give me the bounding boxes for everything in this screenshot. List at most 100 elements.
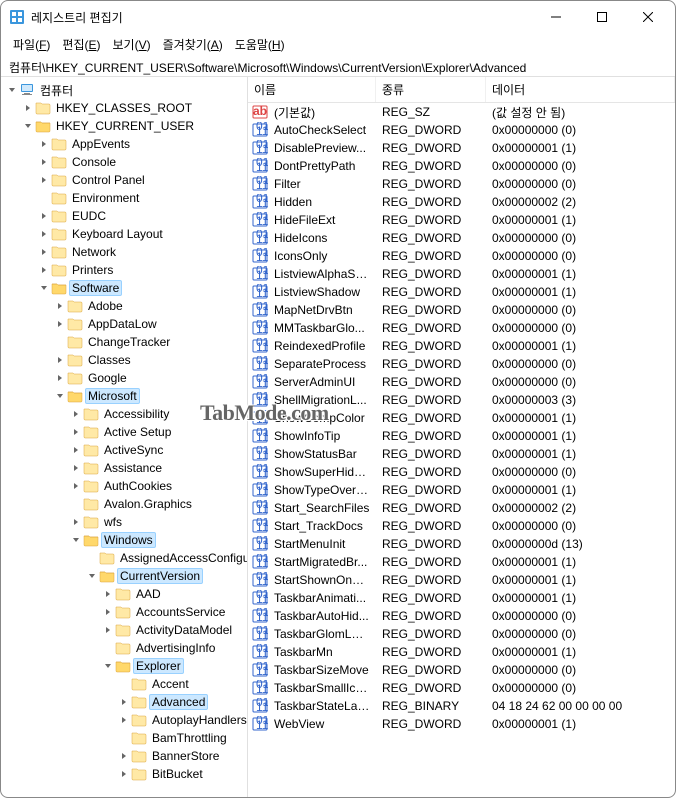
value-row[interactable]: 011110WebViewREG_DWORD0x00000001 (1): [248, 715, 675, 733]
twisty-icon[interactable]: [69, 461, 83, 475]
tree-label[interactable]: ActiveSync: [101, 442, 166, 458]
tree-label[interactable]: Network: [69, 244, 119, 260]
twisty-icon[interactable]: [37, 245, 51, 259]
tree-label[interactable]: Microsoft: [85, 388, 140, 404]
tree-node[interactable]: Advanced: [117, 693, 247, 711]
tree-label[interactable]: EUDC: [69, 208, 109, 224]
twisty-icon[interactable]: [69, 515, 83, 529]
twisty-icon[interactable]: [101, 659, 115, 673]
tree-label[interactable]: Keyboard Layout: [69, 226, 166, 242]
tree-node[interactable]: Explorer: [101, 657, 247, 675]
tree-label[interactable]: Accessibility: [101, 406, 172, 422]
tree-node[interactable]: BannerStore: [117, 747, 247, 765]
tree-label[interactable]: BitBucket: [149, 766, 206, 782]
tree-label[interactable]: AAD: [133, 586, 164, 602]
tree-label[interactable]: Classes: [85, 352, 134, 368]
twisty-icon[interactable]: [69, 479, 83, 493]
twisty-icon[interactable]: [117, 713, 131, 727]
value-row[interactable]: 011110Start_TrackDocsREG_DWORD0x00000000…: [248, 517, 675, 535]
value-row[interactable]: 011110ServerAdminUIREG_DWORD0x00000000 (…: [248, 373, 675, 391]
twisty-icon[interactable]: [117, 749, 131, 763]
tree-node[interactable]: Active Setup: [69, 423, 247, 441]
tree-node[interactable]: Console: [37, 153, 247, 171]
tree-node[interactable]: AppEvents: [37, 135, 247, 153]
tree-label[interactable]: Accent: [149, 676, 192, 692]
twisty-icon[interactable]: [69, 407, 83, 421]
tree-node[interactable]: Keyboard Layout: [37, 225, 247, 243]
twisty-icon[interactable]: [69, 443, 83, 457]
twisty-icon[interactable]: [85, 569, 99, 583]
tree-label[interactable]: AppEvents: [69, 136, 133, 152]
col-data[interactable]: 데이터: [486, 77, 675, 102]
menu-a[interactable]: 즐겨찾기(A): [159, 34, 227, 55]
tree-label[interactable]: Active Setup: [101, 424, 174, 440]
value-row[interactable]: 011110HideFileExtREG_DWORD0x00000001 (1): [248, 211, 675, 229]
address-bar[interactable]: 컴퓨터\HKEY_CURRENT_USER\Software\Microsoft…: [1, 55, 675, 77]
tree-node[interactable]: AppDataLow: [53, 315, 247, 333]
value-row[interactable]: 011110ShowSuperHidd...REG_DWORD0x0000000…: [248, 463, 675, 481]
tree-node[interactable]: AssignedAccessConfiguration: [85, 549, 247, 567]
tree-node[interactable]: AccountsService: [101, 603, 247, 621]
tree-label[interactable]: Explorer: [133, 658, 184, 674]
twisty-icon[interactable]: [53, 371, 67, 385]
value-row[interactable]: 011110SeparateProcessREG_DWORD0x00000000…: [248, 355, 675, 373]
value-row[interactable]: 011110IconsOnlyREG_DWORD0x00000000 (0): [248, 247, 675, 265]
tree-node[interactable]: Avalon.Graphics: [69, 495, 247, 513]
tree-node[interactable]: Network: [37, 243, 247, 261]
twisty-icon[interactable]: [101, 605, 115, 619]
minimize-button[interactable]: [533, 2, 579, 32]
tree-node[interactable]: Control Panel: [37, 171, 247, 189]
tree-label[interactable]: ChangeTracker: [85, 334, 173, 350]
tree-label[interactable]: wfs: [101, 514, 125, 530]
twisty-icon[interactable]: [37, 173, 51, 187]
tree-label[interactable]: AutoplayHandlers: [149, 712, 248, 728]
value-row[interactable]: 011110Start_SearchFilesREG_DWORD0x000000…: [248, 499, 675, 517]
tree-node[interactable]: EUDC: [37, 207, 247, 225]
tree-label[interactable]: Avalon.Graphics: [101, 496, 195, 512]
tree-node[interactable]: BamThrottling: [117, 729, 247, 747]
twisty-icon[interactable]: [53, 389, 67, 403]
tree-node[interactable]: AdvertisingInfo: [101, 639, 247, 657]
value-row[interactable]: 011110FilterREG_DWORD0x00000000 (0): [248, 175, 675, 193]
value-row[interactable]: 011110TaskbarAutoHid...REG_DWORD0x000000…: [248, 607, 675, 625]
twisty-icon[interactable]: [53, 353, 67, 367]
tree-node[interactable]: Adobe: [53, 297, 247, 315]
twisty-icon[interactable]: [37, 155, 51, 169]
value-row[interactable]: 011110ShowTypeOverlayREG_DWORD0x00000001…: [248, 481, 675, 499]
tree-node[interactable]: Microsoft: [53, 387, 247, 405]
value-row[interactable]: 011110StartMenuInitREG_DWORD0x0000000d (…: [248, 535, 675, 553]
value-row[interactable]: 011110MapNetDrvBtnREG_DWORD0x00000000 (0…: [248, 301, 675, 319]
tree-node[interactable]: ChangeTracker: [53, 333, 247, 351]
value-row[interactable]: 011110StartMigratedBr...REG_DWORD0x00000…: [248, 553, 675, 571]
value-row[interactable]: 011110AutoCheckSelectREG_DWORD0x00000000…: [248, 121, 675, 139]
tree-node[interactable]: ActivityDataModel: [101, 621, 247, 639]
close-button[interactable]: [625, 2, 671, 32]
tree-node[interactable]: Accessibility: [69, 405, 247, 423]
twisty-icon[interactable]: [5, 83, 19, 97]
twisty-icon[interactable]: [117, 767, 131, 781]
tree-label[interactable]: CurrentVersion: [117, 568, 203, 584]
tree-label[interactable]: AdvertisingInfo: [133, 640, 218, 656]
tree-label[interactable]: Software: [69, 280, 122, 296]
twisty-icon[interactable]: [37, 137, 51, 151]
tree-node[interactable]: ActiveSync: [69, 441, 247, 459]
twisty-icon[interactable]: [37, 209, 51, 223]
tree-node[interactable]: 컴퓨터: [5, 81, 247, 99]
tree-label[interactable]: BannerStore: [149, 748, 222, 764]
twisty-icon[interactable]: [69, 533, 83, 547]
value-row[interactable]: 011110ListviewShadowREG_DWORD0x00000001 …: [248, 283, 675, 301]
value-row[interactable]: 011110TaskbarGlomLevelREG_DWORD0x0000000…: [248, 625, 675, 643]
value-row[interactable]: 011110TaskbarMnREG_DWORD0x00000001 (1): [248, 643, 675, 661]
tree-label[interactable]: BamThrottling: [149, 730, 230, 746]
tree-label[interactable]: Environment: [69, 190, 142, 206]
value-row[interactable]: 011110TaskbarSizeMoveREG_DWORD0x00000000…: [248, 661, 675, 679]
tree-pane[interactable]: 컴퓨터HKEY_CLASSES_ROOTHKEY_CURRENT_USERApp…: [1, 77, 248, 797]
value-row[interactable]: 011110TaskbarStateLas...REG_BINARY04 18 …: [248, 697, 675, 715]
value-row[interactable]: ab(기본값)REG_SZ(값 설정 안 됨): [248, 103, 675, 121]
tree-node[interactable]: Google: [53, 369, 247, 387]
tree-label[interactable]: Google: [85, 370, 130, 386]
value-row[interactable]: 011110DontPrettyPathREG_DWORD0x00000000 …: [248, 157, 675, 175]
tree-label[interactable]: Advanced: [149, 694, 208, 710]
value-row[interactable]: 011110HiddenREG_DWORD0x00000002 (2): [248, 193, 675, 211]
menu-h[interactable]: 도움말(H): [231, 34, 289, 55]
